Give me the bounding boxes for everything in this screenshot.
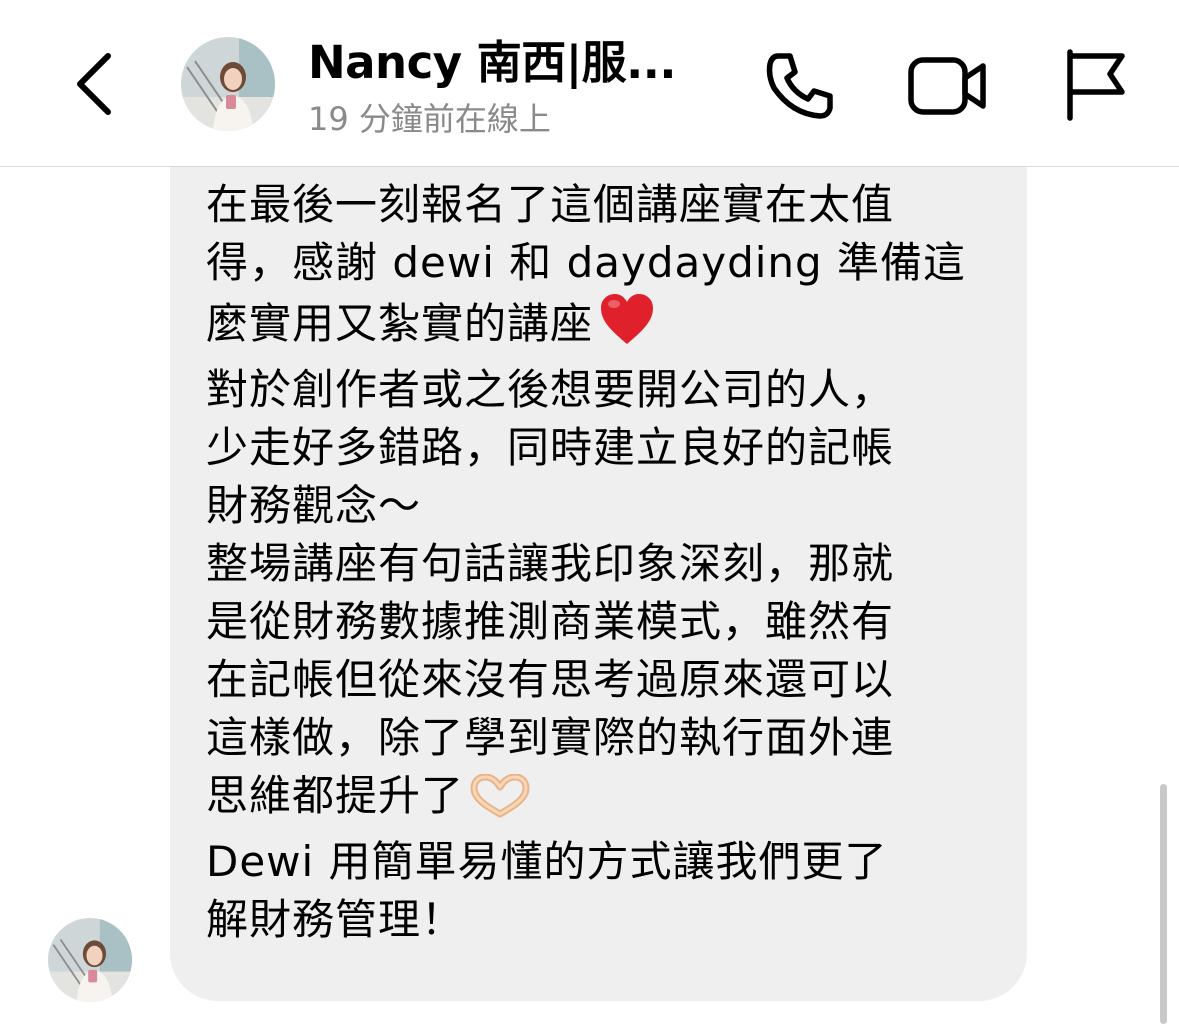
message-line: 思維都提升了	[206, 771, 465, 820]
online-status: 19 分鐘前在線上	[308, 100, 551, 138]
video-camera-icon	[908, 57, 986, 115]
message-line: 少走好多錯路，同時建立良好的記帳	[206, 423, 895, 472]
message-line: 麼實用又紮實的講座	[206, 299, 594, 348]
flag-icon	[1067, 49, 1125, 121]
call-button[interactable]	[762, 48, 838, 124]
message-line: 在最後一刻報名了這個講座實在太值	[206, 180, 895, 229]
heart-hands-icon	[470, 773, 530, 833]
scrollbar[interactable]	[1160, 784, 1167, 1024]
back-button[interactable]	[62, 46, 132, 122]
message-text: 在最後一刻報名了這個講座實在太值 得，感謝 dewi 和 daydayding …	[206, 176, 1006, 949]
sender-avatar[interactable]	[48, 918, 132, 1002]
phone-icon	[766, 53, 833, 119]
report-button[interactable]	[1060, 46, 1130, 122]
message-line: 這樣做，除了學到實際的執行面外連	[206, 713, 895, 762]
chevron-left-icon	[77, 53, 111, 115]
red-heart-icon	[599, 292, 655, 361]
message-line: 得，感謝 dewi 和 daydayding 準備這	[206, 238, 967, 287]
contact-name[interactable]: Nancy 南西|服...	[308, 34, 728, 92]
message-line: 財務觀念～	[206, 481, 422, 530]
message-line-with-hands: 思維都提升了	[206, 767, 1006, 833]
chat-header: Nancy 南西|服... 19 分鐘前在線上	[0, 0, 1179, 167]
message-line: 對於創作者或之後想要開公司的人，	[206, 365, 895, 414]
contact-avatar[interactable]	[181, 37, 275, 131]
message-line: 解財務管理！	[206, 895, 465, 944]
message-line: Dewi 用簡單易懂的方式讓我們更了	[206, 837, 888, 886]
message-line: 在記帳但從來沒有思考過原來還可以	[206, 655, 895, 704]
message-line: 是從財務數據推測商業模式，雖然有	[206, 597, 895, 646]
message-line-with-heart: 麼實用又紮實的講座	[206, 292, 1006, 361]
video-call-button[interactable]	[905, 48, 989, 124]
message-line: 整場講座有句話讓我印象深刻，那就	[206, 539, 895, 588]
